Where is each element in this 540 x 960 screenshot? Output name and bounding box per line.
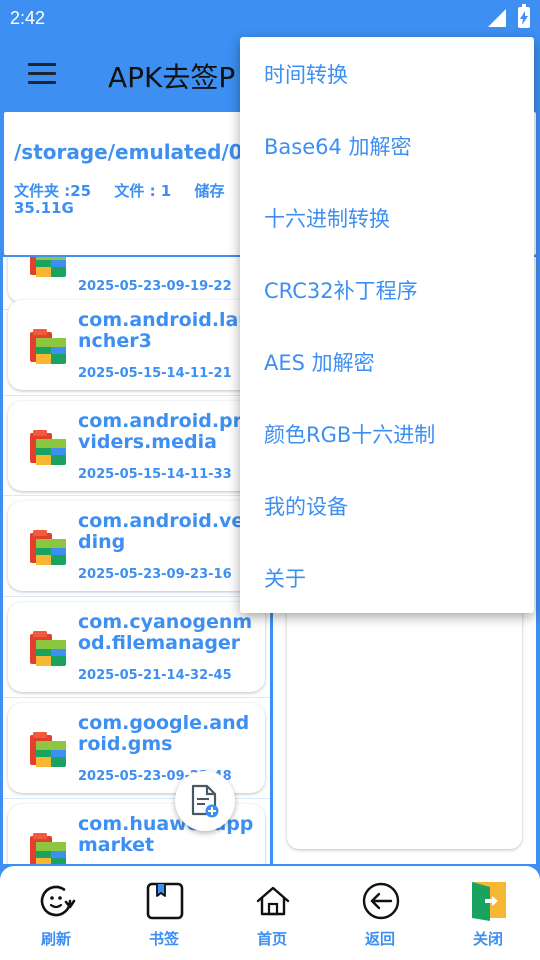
home-icon [256,886,290,916]
list-item[interactable]: com.android.providers.media 2025-05-15-1… [8,401,265,491]
storage-free: 35.11G [14,199,74,217]
menu-item-label: 十六进制转换 [264,207,390,231]
file-date: 2025-05-15-14-11-21 [78,366,232,381]
list-item[interactable]: com.android.vending 2025-05-23-09-23-16 [8,501,265,591]
status-bar: 2:42 [0,0,540,38]
storage-label: 储存 [194,182,225,200]
menu-item-label: CRC32补丁程序 [264,279,418,303]
nav-label: 刷新 [40,930,71,948]
nav-label: 返回 [364,930,395,948]
file-name: com.huawei.appmarket [78,813,254,856]
nav-back-button[interactable]: 返回 [326,866,434,960]
menu-item-label: 关于 [264,567,306,591]
menu-item-label: 时间转换 [264,63,348,87]
file-name: com.android.vending [78,510,258,553]
file-date: 2025-05-15-14-11-33 [78,467,232,482]
list-item[interactable]: com.cyanogenmod.filemanager 2025-05-21-1… [8,602,265,692]
file-name: com.google.android.gms [78,712,250,755]
menu-item-my-device[interactable]: 我的设备 [240,469,534,541]
nav-label: 书签 [148,930,179,948]
file-name: com.android.launcher3 [78,309,252,352]
file-date: 2025-05-23-09-19-22 [78,279,232,294]
menu-item-hex-convert[interactable]: 十六进制转换 [240,181,534,253]
nav-label: 关闭 [472,930,503,948]
list-item[interactable]: 2025-05-23-09-19-22 [8,257,265,303]
nav-home-button[interactable]: 首页 [218,866,326,960]
signal-icon [488,9,506,27]
nav-label: 首页 [256,930,287,948]
folder-icon [30,631,66,666]
current-path: /storage/emulated/0/ [14,140,251,164]
divider [3,697,270,698]
detail-card [287,587,522,849]
nav-exit-button[interactable]: 关闭 [434,866,540,960]
bookmark-icon [146,882,184,920]
menu-item-base64[interactable]: Base64 加解密 [240,109,534,181]
nav-refresh-button[interactable]: 刷新 [2,866,110,960]
file-count: 文件 : 1 [114,182,172,200]
file-date: 2025-05-21-14-32-45 [78,668,232,683]
exit-icon [472,882,506,921]
folder-icon [30,329,66,364]
new-file-button[interactable] [175,771,235,831]
file-date: 2025-05-23-09-23-16 [78,567,232,582]
divider [3,395,270,396]
status-time: 2:42 [10,8,46,28]
file-name: com.cyanogenmod.filemanager [78,611,253,654]
file-list[interactable]: 2025-05-23-09-19-22 com.android.launcher… [3,257,270,864]
divider [3,596,270,597]
folder-icon [30,732,66,767]
back-icon [362,882,400,920]
menu-item-aes[interactable]: AES 加解密 [240,325,534,397]
hamburger-menu-icon[interactable] [28,63,56,85]
refresh-icon [40,885,76,917]
divider [3,495,270,496]
folder-icon [30,430,66,465]
menu-item-label: Base64 加解密 [264,135,412,159]
menu-item-crc32-patch[interactable]: CRC32补丁程序 [240,253,534,325]
menu-item-label: AES 加解密 [264,351,375,375]
nav-bookmark-button[interactable]: 书签 [110,866,218,960]
new-document-icon [191,784,219,818]
file-name: com.android.providers.media [78,410,256,453]
list-item[interactable]: com.android.launcher3 2025-05-15-14-11-2… [8,300,265,390]
menu-item-label: 我的设备 [264,495,348,519]
app-title: APK去签P [108,61,236,94]
battery-charging-icon [518,4,530,28]
menu-item-label: 颜色RGB十六进制 [264,423,436,447]
menu-item-time-convert[interactable]: 时间转换 [240,37,534,109]
folder-file-stats: 文件夹 :25 文件 : 1 储存 [14,180,242,201]
menu-item-about[interactable]: 关于 [240,541,534,613]
folder-count: 文件夹 :25 [14,182,92,200]
overflow-menu: 时间转换 Base64 加解密 十六进制转换 CRC32补丁程序 AES 加解密… [240,37,534,613]
folder-icon [30,833,66,864]
folder-icon [30,257,66,277]
bottom-nav: 刷新 书签 首页 返回 关闭 [0,866,540,960]
menu-item-rgb-hex[interactable]: 颜色RGB十六进制 [240,397,534,469]
folder-icon [30,530,66,565]
